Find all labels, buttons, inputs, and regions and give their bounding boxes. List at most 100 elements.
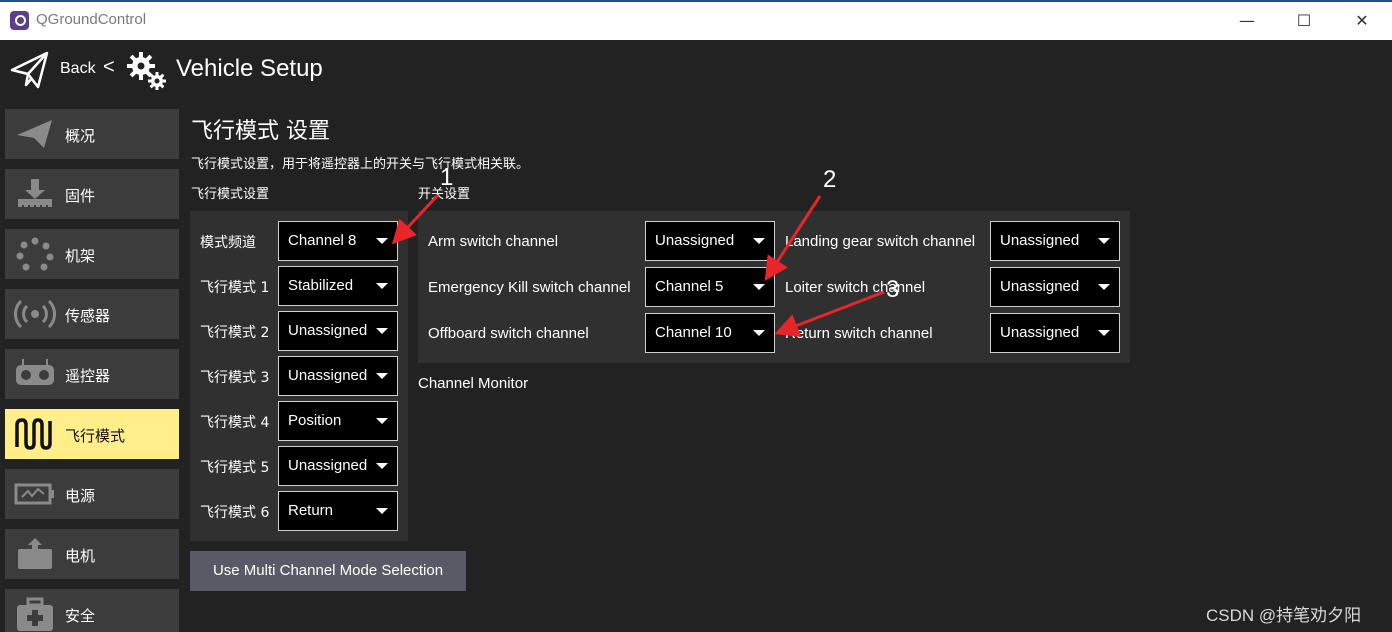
sidebar-item-label: 遥控器 [65, 367, 111, 385]
select-value: Position [288, 412, 342, 429]
select-value: Stabilized [288, 277, 354, 294]
sidebar-item-label: 机架 [65, 247, 96, 265]
window-title: QGroundControl [36, 11, 147, 28]
paper-plane-icon[interactable] [10, 50, 50, 94]
sidebar-item-label: 固件 [65, 187, 96, 205]
flight-mode-label: 飞行模式 2 [200, 325, 270, 341]
flight-mode-3-select[interactable]: Unassigned [278, 356, 398, 396]
dropdown-arrow-icon [376, 463, 388, 469]
offboard-switch-select[interactable]: Channel 10 [645, 313, 775, 353]
landing-gear-switch-select[interactable]: Unassigned [990, 221, 1120, 261]
arm-switch-label: Arm switch channel [428, 233, 559, 250]
flight-mode-2-select[interactable]: Unassigned [278, 311, 398, 351]
select-value: Unassigned [1000, 232, 1080, 249]
remote-control-icon [16, 359, 54, 385]
annotation-number-1: 1 [440, 164, 454, 191]
annotation-number-2: 2 [823, 166, 837, 193]
maximize-button[interactable]: ☐ [1289, 8, 1319, 34]
minimize-button[interactable]: — [1232, 8, 1262, 34]
select-value: Return [288, 502, 334, 519]
sidebar-item-label: 概况 [65, 127, 96, 145]
airframe-dots-icon [16, 237, 54, 271]
flight-mode-label: 飞行模式 1 [200, 280, 270, 296]
select-value: Unassigned [1000, 324, 1080, 341]
mode-channel-label: 模式频道 [200, 235, 256, 251]
dropdown-arrow-icon [376, 328, 388, 334]
flight-mode-row: 飞行模式 3 Unassigned [190, 356, 408, 396]
return-switch-label: Return switch channel [785, 325, 933, 342]
sidebar-item-airframe[interactable]: 机架 [5, 229, 179, 279]
sidebar-item-radio[interactable]: 遥控器 [5, 349, 179, 399]
multi-channel-mode-button[interactable]: Use Multi Channel Mode Selection [190, 551, 466, 591]
flight-modes-section-label: 飞行模式设置 [191, 187, 270, 202]
setup-sidebar: 概况 固件 机架 传感器 遥控器 飞行模式 电源 电机 安全 [5, 109, 179, 632]
dropdown-arrow-icon [1098, 238, 1110, 244]
flight-mode-row: 飞行模式 1 Stabilized [190, 266, 408, 306]
dropdown-arrow-icon [1098, 284, 1110, 290]
loiter-switch-label: Loiter switch channel [785, 279, 926, 296]
channel-monitor-label: Channel Monitor [418, 375, 529, 392]
offboard-switch-label: Offboard switch channel [428, 325, 589, 342]
sidebar-item-motors[interactable]: 电机 [5, 529, 179, 579]
flight-mode-5-select[interactable]: Unassigned [278, 446, 398, 486]
select-value: Channel 8 [288, 232, 357, 249]
select-value: Channel 5 [655, 278, 724, 295]
breadcrumb-separator: < [103, 56, 115, 78]
select-value: Unassigned [655, 232, 735, 249]
page-description: 飞行模式设置，用于将遥控器上的开关与飞行模式相关联。 [191, 157, 530, 172]
flight-mode-label: 飞行模式 6 [200, 505, 270, 521]
dropdown-arrow-icon [753, 330, 765, 336]
dropdown-arrow-icon [376, 418, 388, 424]
dropdown-arrow-icon [376, 283, 388, 289]
plane-icon [17, 120, 52, 148]
dropdown-arrow-icon [376, 238, 388, 244]
watermark-text: CSDN @持笔劝夕阳 [1206, 606, 1362, 625]
return-switch-select[interactable]: Unassigned [990, 313, 1120, 353]
gears-icon [125, 49, 169, 97]
dropdown-arrow-icon [753, 284, 765, 290]
flight-modes-panel: 模式频道 Channel 8 飞行模式 1 Stabilized 飞行模式 2 … [190, 211, 408, 541]
page-header-title: Vehicle Setup [176, 55, 323, 82]
sidebar-item-label: 传感器 [65, 307, 111, 325]
sidebar-item-sensors[interactable]: 传感器 [5, 289, 179, 339]
mode-channel-select[interactable]: Channel 8 [278, 221, 398, 261]
loiter-switch-select[interactable]: Unassigned [990, 267, 1120, 307]
sidebar-item-summary[interactable]: 概况 [5, 109, 179, 159]
back-button[interactable]: Back [60, 60, 96, 78]
sidebar-item-label: 电源 [65, 487, 96, 505]
flight-mode-label: 飞行模式 3 [200, 370, 270, 386]
app-header: Back < Vehicle Setup [0, 40, 1392, 102]
sidebar-item-safety[interactable]: 安全 [5, 589, 179, 632]
sidebar-item-flight-modes[interactable]: 飞行模式 [5, 409, 179, 459]
page-title: 飞行模式 设置 [191, 119, 330, 144]
dropdown-arrow-icon [376, 508, 388, 514]
flight-mode-row: 飞行模式 6 Return [190, 491, 408, 531]
dropdown-arrow-icon [753, 238, 765, 244]
flight-mode-4-select[interactable]: Position [278, 401, 398, 441]
close-button[interactable]: ✕ [1347, 8, 1377, 34]
flight-mode-row: 飞行模式 5 Unassigned [190, 446, 408, 486]
select-value: Unassigned [288, 322, 368, 339]
battery-icon [14, 483, 54, 505]
flight-modes-icon [15, 418, 52, 450]
flight-mode-label: 飞行模式 5 [200, 460, 270, 476]
sidebar-item-power[interactable]: 电源 [5, 469, 179, 519]
sidebar-item-label: 电机 [65, 547, 96, 565]
annotation-number-3: 3 [886, 276, 900, 303]
kill-switch-select[interactable]: Channel 5 [645, 267, 775, 307]
safety-kit-icon [17, 597, 53, 631]
flight-mode-row: 飞行模式 2 Unassigned [190, 311, 408, 351]
landing-gear-switch-label: Landing gear switch channel [785, 233, 976, 250]
window-titlebar: QGroundControl — ☐ ✕ [0, 0, 1392, 40]
sidebar-item-firmware[interactable]: 固件 [5, 169, 179, 219]
sidebar-item-label: 安全 [65, 607, 96, 625]
select-value: Unassigned [1000, 278, 1080, 295]
flight-mode-6-select[interactable]: Return [278, 491, 398, 531]
dropdown-arrow-icon [376, 373, 388, 379]
select-value: Channel 10 [655, 324, 732, 341]
motor-icon [18, 538, 52, 569]
select-value: Unassigned [288, 457, 368, 474]
download-firmware-icon [18, 179, 52, 208]
arm-switch-select[interactable]: Unassigned [645, 221, 775, 261]
flight-mode-1-select[interactable]: Stabilized [278, 266, 398, 306]
